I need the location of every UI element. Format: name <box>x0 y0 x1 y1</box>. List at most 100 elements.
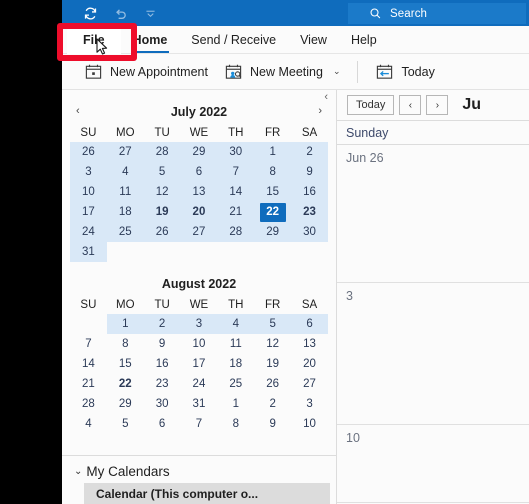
mini-calendar-day[interactable]: 11 <box>106 182 144 202</box>
mini-calendar-day[interactable]: 4 <box>217 314 255 334</box>
mini-calendar-day[interactable]: 8 <box>107 334 144 354</box>
mini-calendar-day[interactable]: 23 <box>291 202 328 222</box>
calendar-week-row[interactable]: 3 <box>337 283 529 425</box>
mini-calendar-day[interactable]: 10 <box>70 182 107 202</box>
mini-calendar-day[interactable]: 9 <box>144 334 181 354</box>
mini-calendar-day[interactable]: 4 <box>106 162 144 182</box>
mini-calendar-day[interactable]: 7 <box>181 414 218 434</box>
mini-calendar-day[interactable]: 28 <box>143 142 181 162</box>
mini-calendar-day[interactable]: 30 <box>217 142 255 162</box>
mini-calendar-day[interactable]: 6 <box>180 162 218 182</box>
calendar-list-item[interactable]: Calendar (This computer o... <box>84 483 330 504</box>
mini-calendar-day[interactable]: 24 <box>70 222 107 242</box>
mini-calendar-day[interactable]: 24 <box>181 374 218 394</box>
prev-month-arrow-icon[interactable]: ‹ <box>76 105 80 117</box>
mini-calendar-day[interactable]: 7 <box>70 334 107 354</box>
mini-calendar-day[interactable]: 21 <box>70 374 107 394</box>
mini-calendar-day[interactable]: 5 <box>107 414 144 434</box>
mini-calendar-day[interactable]: 16 <box>291 182 328 202</box>
mini-calendar-day[interactable]: 8 <box>217 414 254 434</box>
today-button[interactable]: Today <box>369 60 440 84</box>
mini-calendar-day[interactable]: 2 <box>143 314 181 334</box>
mini-calendar-day[interactable]: 25 <box>106 222 144 242</box>
mini-calendar-day[interactable]: 1 <box>106 314 144 334</box>
mini-calendar-day[interactable]: 10 <box>181 334 218 354</box>
mini-calendar-day[interactable]: 1 <box>217 394 254 414</box>
mini-calendar-day[interactable]: 3 <box>180 314 218 334</box>
chevron-down-icon[interactable]: ⌄ <box>74 466 82 477</box>
chevron-down-icon[interactable]: ⌄ <box>333 66 341 77</box>
mini-calendar-day[interactable]: 16 <box>144 354 181 374</box>
next-period-button[interactable]: › <box>426 95 449 115</box>
mini-calendar-day[interactable]: 18 <box>217 354 254 374</box>
mini-calendar-day[interactable]: 6 <box>291 314 328 334</box>
mini-calendar-day[interactable]: 20 <box>291 354 328 374</box>
mini-calendar-day[interactable]: 2 <box>254 394 291 414</box>
mini-calendar-day[interactable]: 10 <box>291 414 328 434</box>
mini-calendar-day[interactable]: 14 <box>217 182 255 202</box>
mini-calendar-day[interactable]: 1 <box>254 142 292 162</box>
mini-calendar-day[interactable]: 28 <box>217 222 255 242</box>
mini-calendar-day[interactable]: 25 <box>217 374 254 394</box>
mini-calendar-day[interactable]: 4 <box>70 414 107 434</box>
mini-calendar-day[interactable]: 21 <box>217 202 255 222</box>
mini-calendar-day[interactable]: 19 <box>254 354 291 374</box>
undo-icon[interactable] <box>112 5 129 22</box>
mini-calendar-day[interactable]: 3 <box>291 394 328 414</box>
mini-calendar-day[interactable]: 2 <box>291 142 328 162</box>
mini-calendar-day[interactable]: 31 <box>70 242 107 262</box>
tab-help[interactable]: Help <box>339 26 389 54</box>
mini-calendar-day[interactable]: 26 <box>143 222 181 242</box>
mini-calendar-day[interactable]: 9 <box>291 162 328 182</box>
calendar-week-row[interactable]: 10 <box>337 425 529 503</box>
mini-calendar-day[interactable]: 31 <box>181 394 218 414</box>
mini-calendar-day[interactable]: 11 <box>217 334 254 354</box>
mini-calendar-day[interactable]: 22 <box>254 202 292 222</box>
mini-calendar-day[interactable]: 27 <box>106 142 144 162</box>
tab-file[interactable]: File <box>67 25 121 54</box>
mini-calendar-day[interactable]: 15 <box>254 182 292 202</box>
mini-calendar-day[interactable]: 14 <box>70 354 107 374</box>
mini-calendar-day[interactable]: 15 <box>107 354 144 374</box>
tab-view[interactable]: View <box>288 26 339 54</box>
mini-calendar-day[interactable]: 19 <box>143 202 181 222</box>
new-appointment-button[interactable]: New Appointment <box>78 60 214 84</box>
next-month-arrow-icon[interactable]: › <box>318 105 322 117</box>
mini-calendar-day[interactable]: 28 <box>70 394 107 414</box>
mini-calendar-day[interactable]: 18 <box>106 202 144 222</box>
today-nav-button[interactable]: Today <box>347 95 395 115</box>
mini-calendar-day[interactable]: 17 <box>181 354 218 374</box>
search-input[interactable]: Search <box>390 8 427 20</box>
mini-calendar-day[interactable]: 30 <box>291 222 328 242</box>
mini-calendar-day[interactable]: 27 <box>180 222 218 242</box>
mini-calendar-day[interactable]: 5 <box>143 162 181 182</box>
mini-calendar-day[interactable]: 30 <box>144 394 181 414</box>
mini-calendar-day[interactable]: 9 <box>254 414 291 434</box>
calendar-week-row[interactable]: Jun 26 <box>337 145 529 283</box>
sync-icon[interactable] <box>82 5 99 22</box>
mini-calendar-day[interactable]: 29 <box>107 394 144 414</box>
mini-calendar-day[interactable]: 29 <box>180 142 218 162</box>
mini-calendar-day[interactable]: 13 <box>180 182 218 202</box>
mini-calendar-day[interactable]: 29 <box>254 222 292 242</box>
mini-calendar-day[interactable]: 20 <box>180 202 218 222</box>
mini-calendar-day[interactable]: 26 <box>254 374 291 394</box>
search-box[interactable]: Search <box>348 3 526 24</box>
my-calendars-header[interactable]: ⌄ My Calendars <box>62 462 336 483</box>
mini-calendar-day[interactable]: 26 <box>70 142 107 162</box>
mini-calendar-day[interactable]: 5 <box>254 314 292 334</box>
tab-home[interactable]: Home <box>121 26 180 54</box>
mini-calendar-day[interactable]: 8 <box>254 162 292 182</box>
customize-quick-access-chevron-icon[interactable] <box>142 5 159 22</box>
mini-calendar-day[interactable]: 27 <box>291 374 328 394</box>
mini-calendar-day[interactable]: 7 <box>217 162 255 182</box>
new-meeting-button[interactable]: New Meeting ⌄ <box>218 60 347 84</box>
mini-calendar-day[interactable]: 12 <box>143 182 181 202</box>
mini-calendar-day[interactable]: 22 <box>107 374 144 394</box>
mini-calendar-day[interactable]: 13 <box>291 334 328 354</box>
mini-calendar-day[interactable]: 12 <box>254 334 291 354</box>
mini-calendar-day[interactable]: 3 <box>70 162 107 182</box>
previous-period-button[interactable]: ‹ <box>399 95 422 115</box>
tab-send-receive[interactable]: Send / Receive <box>179 26 288 54</box>
mini-calendar-day[interactable]: 17 <box>70 202 107 222</box>
